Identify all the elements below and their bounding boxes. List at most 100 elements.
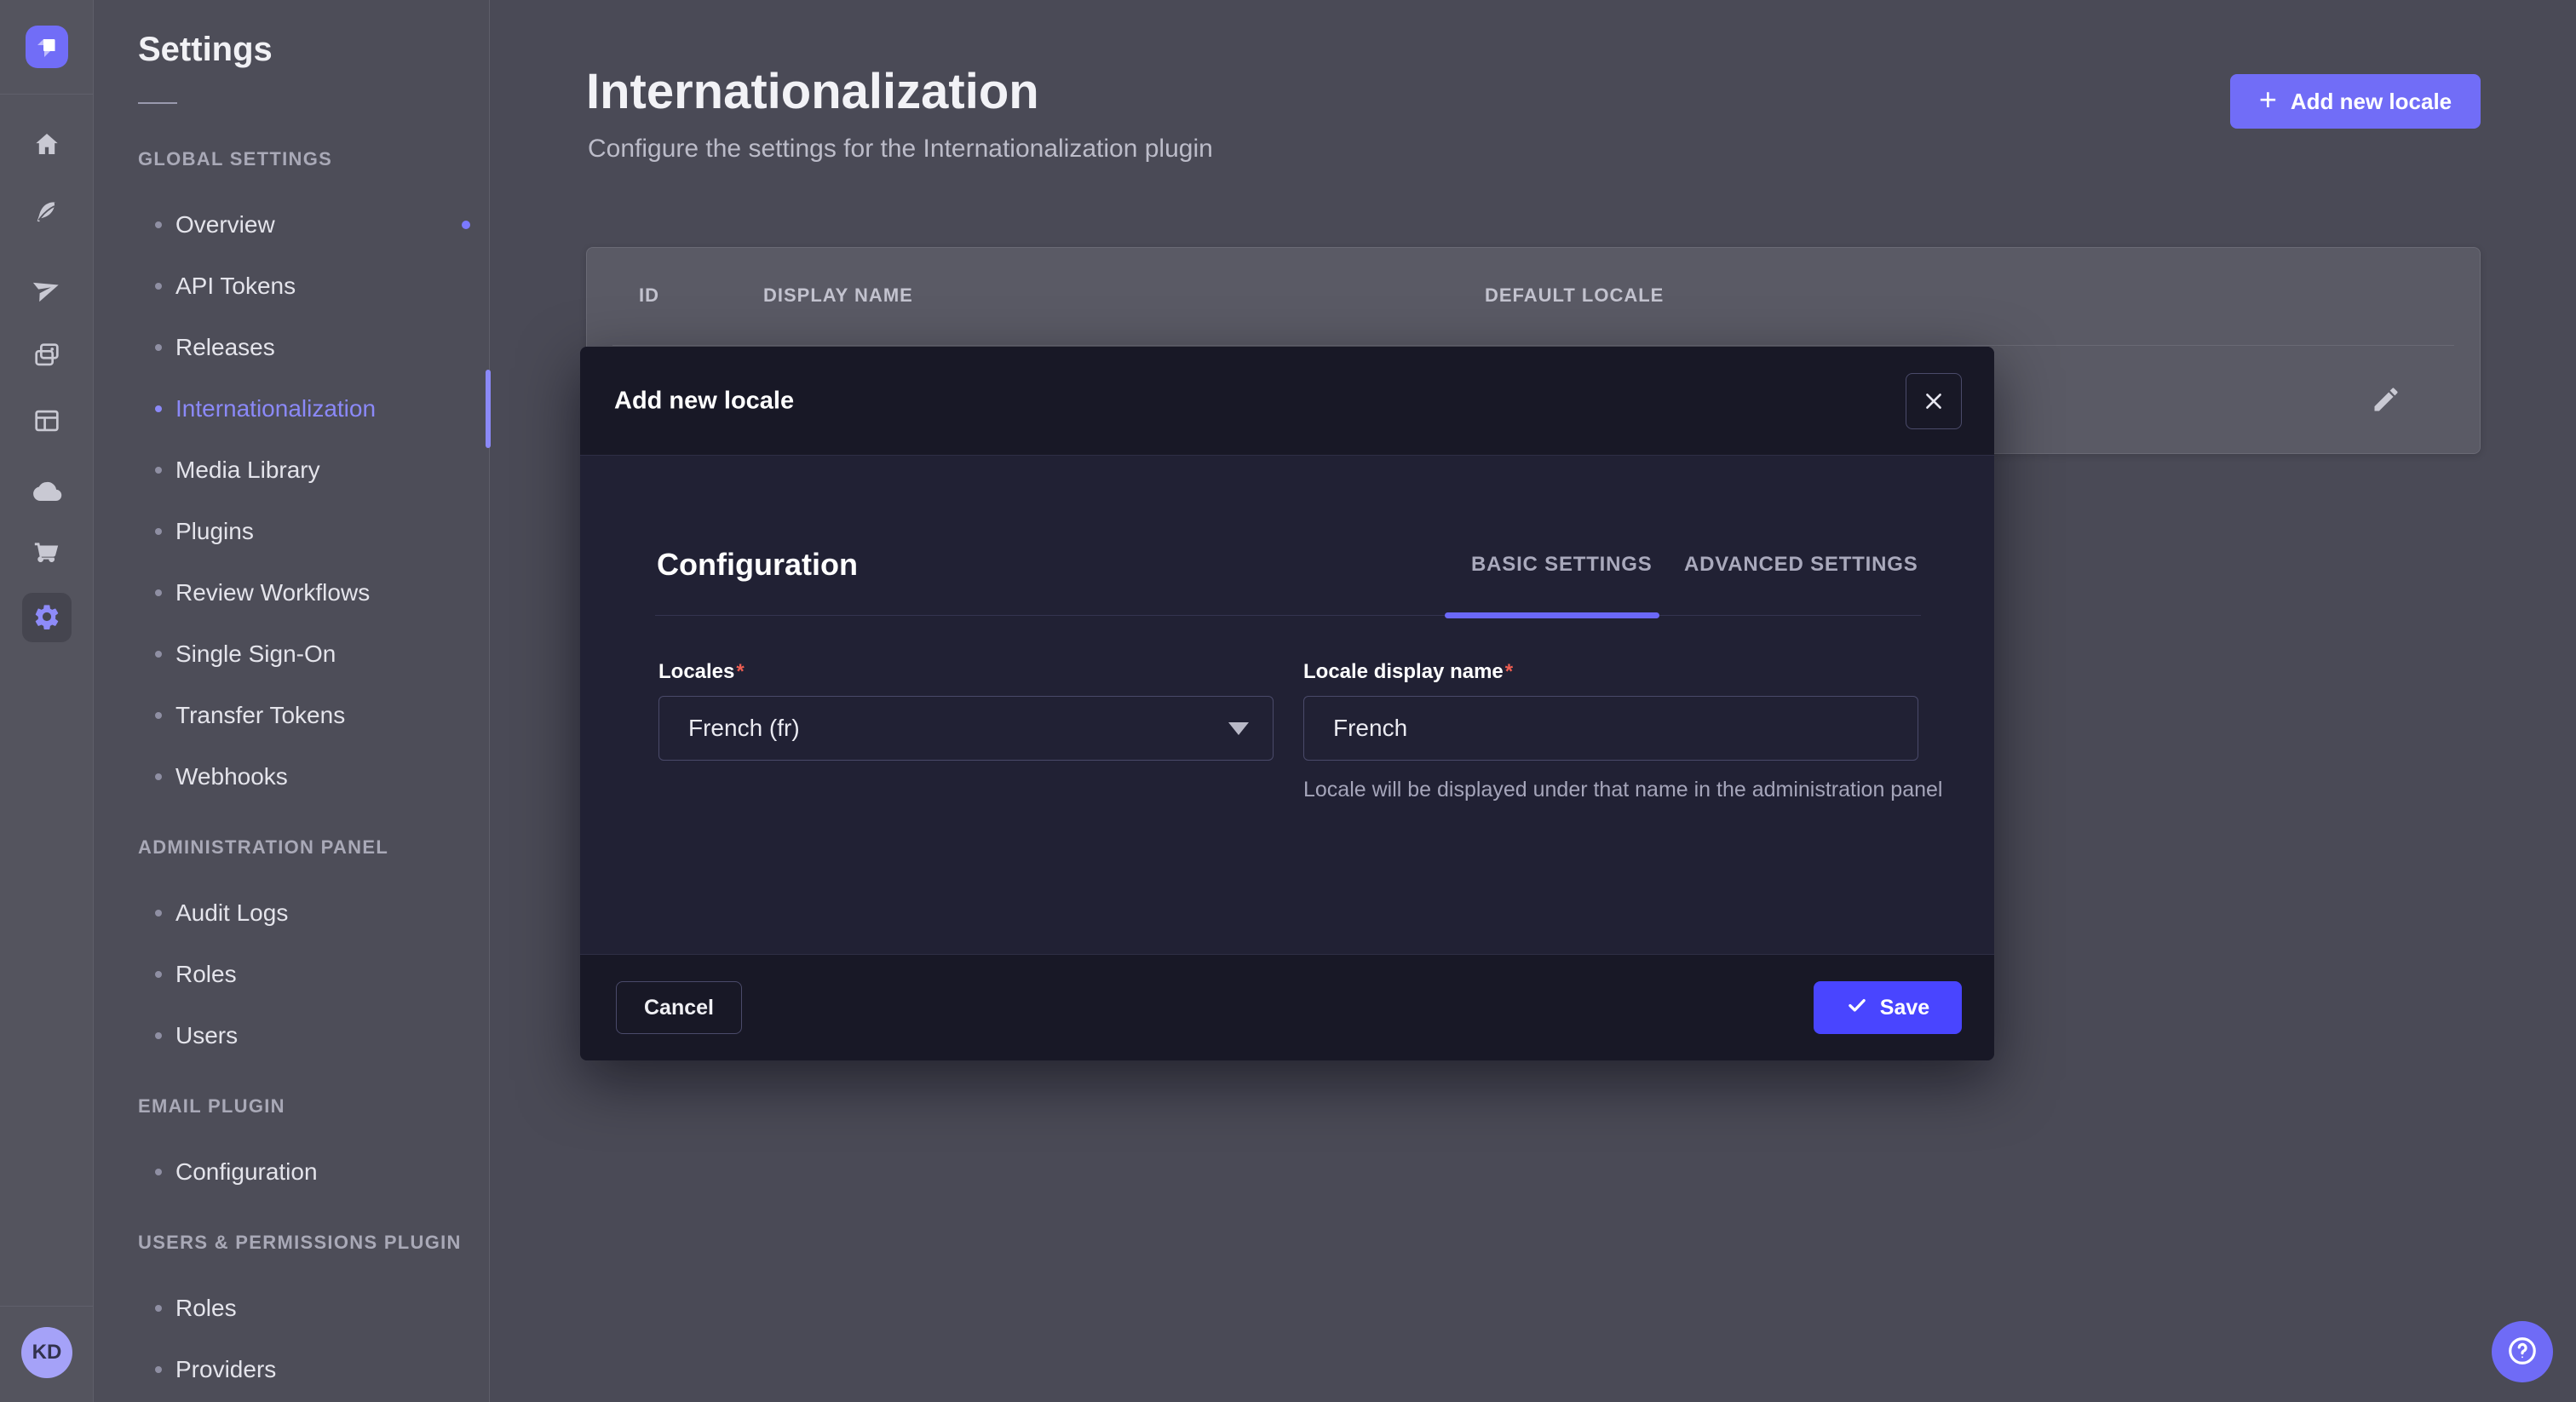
locale-display-name-label: Locale display name* bbox=[1303, 660, 1513, 684]
bullet-icon bbox=[155, 910, 162, 916]
sidebar-section-label: USERS & PERMISSIONS PLUGIN bbox=[138, 1232, 462, 1254]
strapi-logo-glyph bbox=[26, 26, 68, 68]
sidebar-item-review-workflows[interactable]: Review Workflows bbox=[94, 566, 490, 619]
divider bbox=[0, 1306, 94, 1307]
modal-header: Add new locale bbox=[580, 347, 1994, 456]
sidebar-item-providers[interactable]: Providers bbox=[94, 1343, 490, 1396]
configuration-title: Configuration bbox=[657, 547, 858, 583]
chevron-down-icon bbox=[1228, 722, 1249, 735]
bullet-icon bbox=[155, 1169, 162, 1175]
sidebar-item-roles[interactable]: Roles bbox=[94, 948, 490, 1001]
divider bbox=[138, 102, 177, 104]
rail-item-home[interactable] bbox=[0, 118, 94, 172]
bullet-icon bbox=[155, 773, 162, 780]
sidebar-item-users[interactable]: Users bbox=[94, 1009, 490, 1062]
sidebar-item-label: API Tokens bbox=[175, 273, 296, 300]
rail-item-paper-plane[interactable] bbox=[0, 262, 94, 317]
save-button[interactable]: Save bbox=[1814, 981, 1962, 1034]
active-tab-underline bbox=[1445, 612, 1659, 618]
modal-body: Configuration BASIC SETTINGS ADVANCED SE… bbox=[580, 456, 1994, 954]
sidebar-section-label: ADMINISTRATION PANEL bbox=[138, 836, 388, 859]
feather-icon bbox=[33, 198, 60, 228]
paper-plane-icon bbox=[33, 275, 60, 305]
sidebar-item-label: Roles bbox=[175, 1295, 237, 1322]
bullet-icon bbox=[155, 405, 162, 412]
sidebar-item-internationalization[interactable]: Internationalization bbox=[94, 382, 490, 435]
sidebar-item-roles[interactable]: Roles bbox=[94, 1282, 490, 1335]
sidebar-item-media-library[interactable]: Media Library bbox=[94, 444, 490, 497]
cancel-button[interactable]: Cancel bbox=[616, 981, 742, 1034]
sidebar-item-transfer-tokens[interactable]: Transfer Tokens bbox=[94, 689, 490, 742]
bullet-icon bbox=[155, 589, 162, 596]
home-icon bbox=[33, 130, 60, 160]
close-icon[interactable] bbox=[1906, 373, 1962, 429]
bullet-icon bbox=[155, 221, 162, 228]
divider bbox=[612, 345, 2454, 346]
sidebar-item-label: Plugins bbox=[175, 518, 254, 545]
add-new-locale-button[interactable]: + Add new locale bbox=[2230, 74, 2481, 129]
sidebar-section-label: EMAIL PLUGIN bbox=[138, 1095, 285, 1118]
bullet-icon bbox=[155, 971, 162, 978]
layout-icon bbox=[32, 406, 61, 438]
sidebar-item-label: Users bbox=[175, 1022, 238, 1049]
bullet-icon bbox=[155, 467, 162, 474]
check-icon bbox=[1846, 994, 1868, 1022]
rail-item-gear[interactable] bbox=[0, 590, 94, 645]
table-column-header-display-name: DISPLAY NAME bbox=[763, 284, 913, 307]
tab-advanced-settings[interactable]: ADVANCED SETTINGS bbox=[1684, 553, 1918, 577]
sidebar-item-label: Transfer Tokens bbox=[175, 702, 345, 729]
rail-item-cloud[interactable] bbox=[0, 464, 94, 519]
sidebar-item-plugins[interactable]: Plugins bbox=[94, 505, 490, 558]
sidebar-item-label: Overview bbox=[175, 211, 275, 238]
modal-footer: Cancel Save bbox=[580, 954, 1994, 1060]
cart-icon bbox=[32, 538, 61, 570]
required-asterisk: * bbox=[734, 660, 744, 683]
help-button[interactable] bbox=[2492, 1321, 2553, 1382]
sidebar-item-label: Configuration bbox=[175, 1158, 318, 1186]
table-column-header-id: ID bbox=[639, 284, 659, 307]
page-title: Internationalization bbox=[586, 63, 1039, 120]
bullet-icon bbox=[155, 344, 162, 351]
sidebar-item-label: Media Library bbox=[175, 457, 320, 484]
locale-display-name-input[interactable] bbox=[1303, 696, 1918, 761]
notification-dot bbox=[462, 221, 470, 229]
save-label: Save bbox=[1880, 996, 1929, 1020]
sidebar-item-configuration[interactable]: Configuration bbox=[94, 1146, 490, 1198]
cloud-icon bbox=[32, 475, 62, 509]
avatar[interactable]: KD bbox=[21, 1327, 72, 1378]
rail-item-layout[interactable] bbox=[0, 394, 94, 449]
add-locale-modal: Add new locale Configuration BASIC SETTI… bbox=[580, 347, 1994, 1060]
divider bbox=[0, 94, 94, 95]
sidebar-item-label: Providers bbox=[175, 1356, 276, 1383]
locales-select[interactable]: French (fr) bbox=[658, 696, 1274, 761]
rail-item-feather[interactable] bbox=[0, 186, 94, 240]
tab-basic-settings[interactable]: BASIC SETTINGS bbox=[1471, 553, 1653, 577]
sidebar-item-releases[interactable]: Releases bbox=[94, 321, 490, 374]
bullet-icon bbox=[155, 528, 162, 535]
page-subtitle: Configure the settings for the Internati… bbox=[588, 135, 1213, 164]
sidebar-item-webhooks[interactable]: Webhooks bbox=[94, 750, 490, 803]
strapi-logo[interactable] bbox=[26, 26, 68, 68]
locales-label: Locales* bbox=[658, 660, 745, 684]
gear-icon bbox=[32, 602, 61, 634]
locales-select-value: French (fr) bbox=[688, 715, 800, 742]
bullet-icon bbox=[155, 712, 162, 719]
modal-title: Add new locale bbox=[614, 387, 794, 415]
settings-subnav: Settings GLOBAL SETTINGSOverviewAPI Toke… bbox=[94, 0, 490, 1402]
sidebar-item-label: Single Sign-On bbox=[175, 641, 336, 668]
rail-item-cart[interactable] bbox=[0, 526, 94, 581]
sidebar-item-overview[interactable]: Overview bbox=[94, 198, 490, 251]
question-mark-icon bbox=[2506, 1335, 2539, 1370]
sidebar-item-label: Webhooks bbox=[175, 763, 288, 790]
pencil-icon bbox=[2371, 405, 2401, 417]
sidebar-item-label: Releases bbox=[175, 334, 275, 361]
sidebar-item-api-tokens[interactable]: API Tokens bbox=[94, 260, 490, 313]
locale-display-name-hint: Locale will be displayed under that name… bbox=[1303, 776, 1959, 804]
edit-locale-button[interactable] bbox=[2369, 383, 2403, 417]
plus-icon: + bbox=[2259, 84, 2277, 115]
sidebar-item-audit-logs[interactable]: Audit Logs bbox=[94, 887, 490, 939]
rail-item-media-library[interactable] bbox=[0, 329, 94, 383]
sidebar-item-label: Internationalization bbox=[175, 395, 376, 422]
add-new-locale-label: Add new locale bbox=[2291, 89, 2452, 115]
sidebar-item-single-sign-on[interactable]: Single Sign-On bbox=[94, 628, 490, 681]
